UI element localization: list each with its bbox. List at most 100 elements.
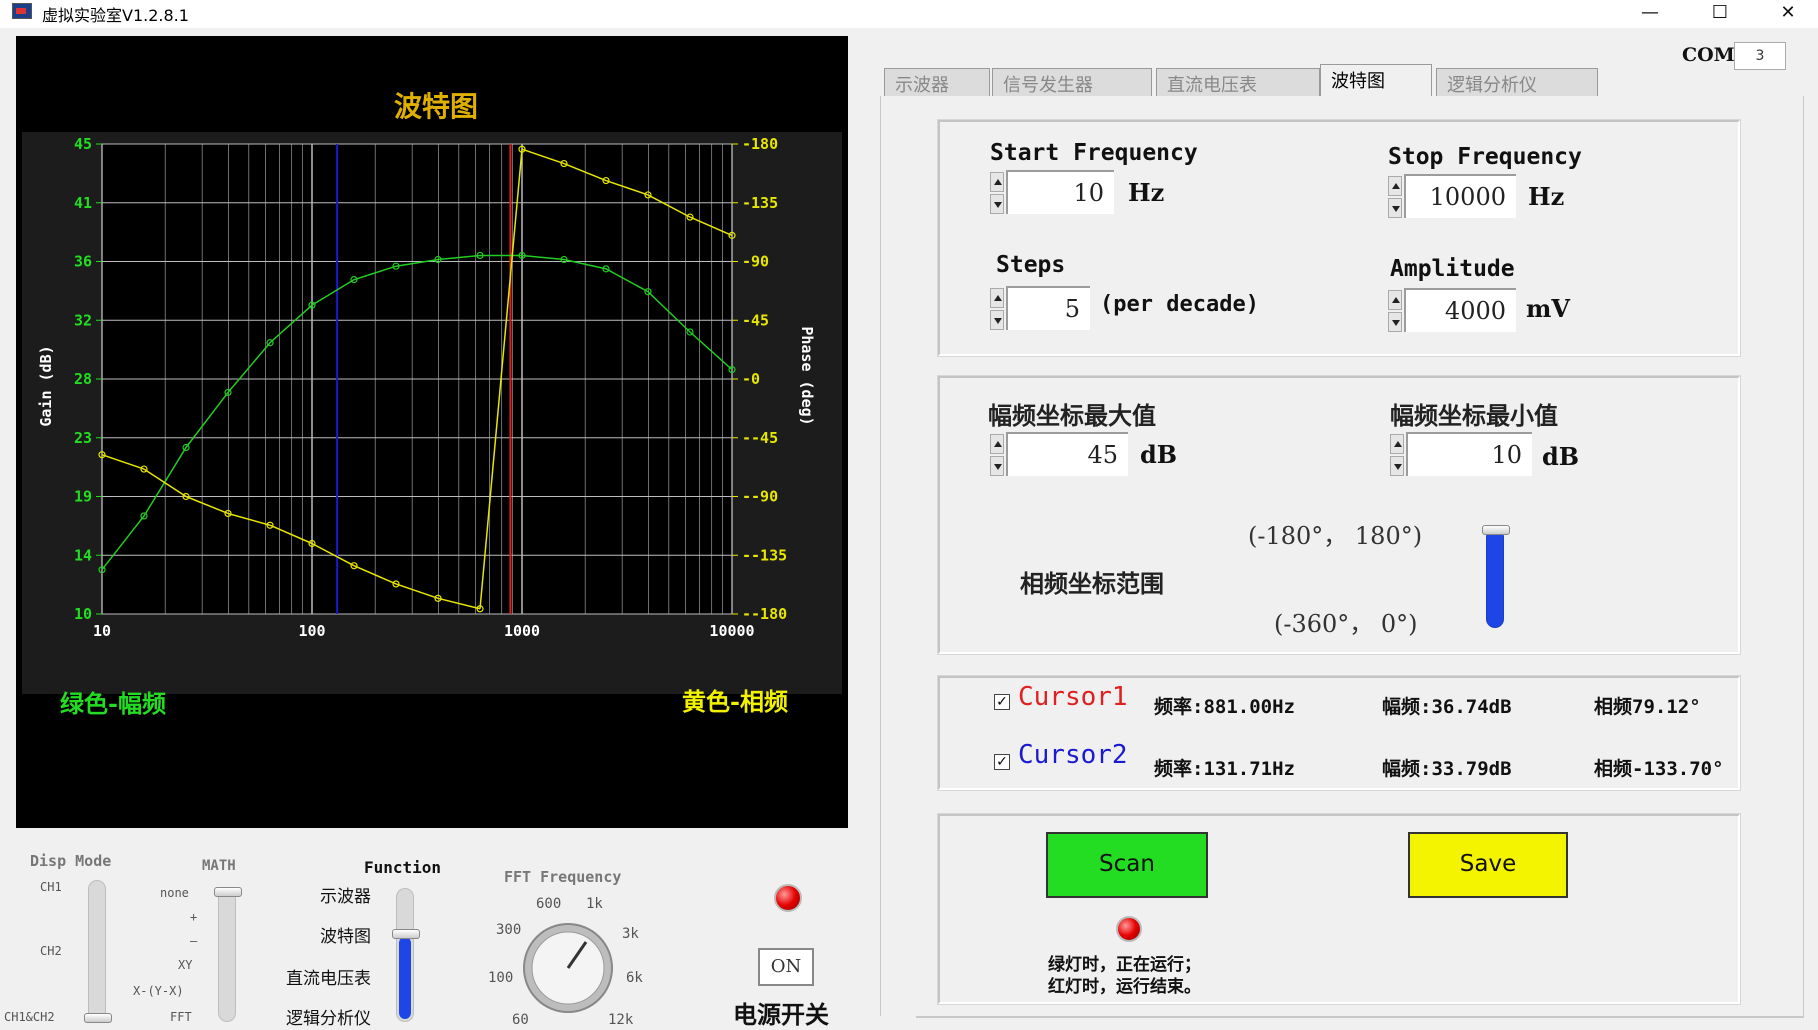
phase-range-label: 相频坐标范围 <box>1020 570 1164 598</box>
panel-bottom-edge <box>916 1016 1804 1018</box>
gain-tick-label: 32 <box>74 311 92 329</box>
steps-label: Steps <box>996 252 1066 278</box>
window-title: 虚拟实验室V1.2.8.1 <box>42 6 189 25</box>
steps-input[interactable]: 5 <box>1006 286 1090 330</box>
phase-range-top: (-180°， 180°) <box>1248 522 1423 550</box>
phase-tick-label: --135 <box>742 546 787 564</box>
function-logic-analyzer[interactable]: 逻辑分析仪 <box>286 1004 371 1029</box>
spin-up-icon[interactable] <box>1390 434 1404 454</box>
com-label: COM <box>1682 44 1735 66</box>
spin-down-icon[interactable] <box>1388 198 1402 218</box>
function-scope[interactable]: 示波器 <box>320 882 371 907</box>
minimize-button[interactable]: — <box>1620 0 1680 28</box>
gain-tick-label: 23 <box>74 429 92 447</box>
start-frequency-input[interactable]: 10 <box>1006 170 1114 214</box>
math-xy: XY <box>178 958 193 972</box>
function-thumb[interactable] <box>392 929 420 939</box>
gain-min-spinner[interactable] <box>1390 434 1404 506</box>
spin-up-icon[interactable] <box>990 434 1004 454</box>
cursor1-frequency: 频率:881.00Hz <box>1154 696 1295 718</box>
cursor1-name: Cursor1 <box>1018 682 1128 712</box>
function-dc-voltmeter[interactable]: 直流电压表 <box>286 964 371 989</box>
gain-max-unit: dB <box>1140 440 1178 469</box>
amplitude-unit: mV <box>1526 294 1571 323</box>
fft-tick-6k: 6k <box>626 970 643 986</box>
spin-up-icon[interactable] <box>990 288 1004 308</box>
gain-min-input[interactable]: 10 <box>1406 432 1532 476</box>
tab-oscilloscope[interactable]: 示波器 <box>884 68 990 96</box>
status-note-line2: 红灯时，运行结束。 <box>1048 977 1201 997</box>
amplitude-spinner[interactable] <box>1388 290 1402 362</box>
start-frequency-unit: Hz <box>1128 178 1165 207</box>
cursor1-gain: 幅频:36.74dB <box>1382 696 1512 718</box>
bode-plot-panel: 波特图 45 41 36 32 28 23 19 14 10 -180 -135 -90 -45 -0 --… <box>16 36 848 828</box>
math-slider[interactable] <box>214 887 242 1022</box>
app-window: 虚拟实验室V1.2.8.1 — ☐ ✕ 波特图 45 41 36 32 28 23 19 14… <box>0 0 1818 1029</box>
function-slider[interactable] <box>392 888 420 1022</box>
phase-tick-label: -90 <box>742 253 769 271</box>
phase-tick-label: -135 <box>742 194 778 212</box>
spin-down-icon[interactable] <box>1390 456 1404 476</box>
phase-tick-label: -45 <box>742 311 769 329</box>
cursor2-checkbox[interactable]: ✓ <box>994 754 1010 770</box>
spin-down-icon[interactable] <box>1388 312 1402 332</box>
phase-tick-label: --45 <box>742 429 778 447</box>
power-on-button[interactable]: ON <box>758 948 814 986</box>
cursor2-name: Cursor2 <box>1018 740 1128 770</box>
disp-mode-ch1: CH1 <box>40 880 62 894</box>
math-title: MATH <box>202 858 236 874</box>
cursor1-phase: 相频79.12° <box>1594 696 1701 718</box>
tab-signal-generator[interactable]: 信号发生器 <box>992 68 1152 96</box>
start-frequency-spinner[interactable] <box>990 172 1004 244</box>
stop-frequency-spinner[interactable] <box>1388 176 1402 248</box>
phase-range-slider[interactable] <box>1482 525 1510 628</box>
com-port-input[interactable]: 3 <box>1734 42 1786 70</box>
save-button[interactable]: Save <box>1408 832 1568 898</box>
steps-spinner[interactable] <box>990 288 1004 360</box>
gain-max-spinner[interactable] <box>990 434 1004 506</box>
gain-tick-label: 10 <box>74 605 92 623</box>
app-icon <box>12 3 32 19</box>
close-button[interactable]: ✕ <box>1758 0 1818 28</box>
spin-up-icon[interactable] <box>1388 176 1402 196</box>
gain-tick-label: 45 <box>74 135 92 153</box>
function-title: Function <box>364 858 442 877</box>
spin-up-icon[interactable] <box>990 172 1004 192</box>
gain-tick-label: 19 <box>74 488 92 506</box>
scan-button[interactable]: Scan <box>1046 832 1208 898</box>
x-tick-label: 1000 <box>504 622 540 640</box>
phase-tick-label: -0 <box>742 370 760 388</box>
x-tick-label: 10 <box>93 622 111 640</box>
gain-tick-label: 14 <box>74 546 92 564</box>
stop-frequency-input[interactable]: 10000 <box>1404 174 1516 218</box>
function-bode[interactable]: 波特图 <box>320 922 371 947</box>
disp-mode-slider[interactable] <box>84 880 112 1023</box>
cursor2-phase: 相频-133.70° <box>1594 758 1724 780</box>
fft-tick-600: 600 <box>536 896 562 912</box>
spin-down-icon[interactable] <box>990 310 1004 330</box>
disp-mode-ch1ch2: CH1&CH2 <box>4 1010 55 1024</box>
spin-down-icon[interactable] <box>990 456 1004 476</box>
math-thumb[interactable] <box>214 887 242 897</box>
cursor1-checkbox[interactable]: ✓ <box>994 694 1010 710</box>
tab-dc-voltmeter[interactable]: 直流电压表 <box>1156 68 1320 96</box>
phase-range-bottom: (-360°， 0°) <box>1274 610 1418 638</box>
amplitude-input[interactable]: 4000 <box>1404 288 1516 332</box>
math-none: none <box>160 886 189 900</box>
start-frequency-label: Start Frequency <box>990 140 1198 166</box>
tab-logic-analyzer[interactable]: 逻辑分析仪 <box>1436 68 1598 96</box>
gain-max-input[interactable]: 45 <box>1006 432 1128 476</box>
disp-mode-thumb[interactable] <box>84 1013 112 1023</box>
spin-up-icon[interactable] <box>1388 290 1402 310</box>
steps-unit: (per decade) <box>1100 292 1259 317</box>
stop-frequency-unit: Hz <box>1528 182 1565 211</box>
fft-frequency-knob[interactable] <box>520 920 616 1016</box>
status-note-line1: 绿灯时，正在运行； <box>1048 955 1201 975</box>
spin-down-icon[interactable] <box>990 194 1004 214</box>
phase-tick-label: -180 <box>742 135 778 153</box>
legend-gain: 绿色-幅频 <box>60 689 166 718</box>
phase-range-thumb[interactable] <box>1482 525 1510 535</box>
fft-tick-3k: 3k <box>622 926 639 942</box>
tab-bode[interactable]: 波特图 <box>1320 64 1432 96</box>
maximize-button[interactable]: ☐ <box>1690 0 1750 28</box>
